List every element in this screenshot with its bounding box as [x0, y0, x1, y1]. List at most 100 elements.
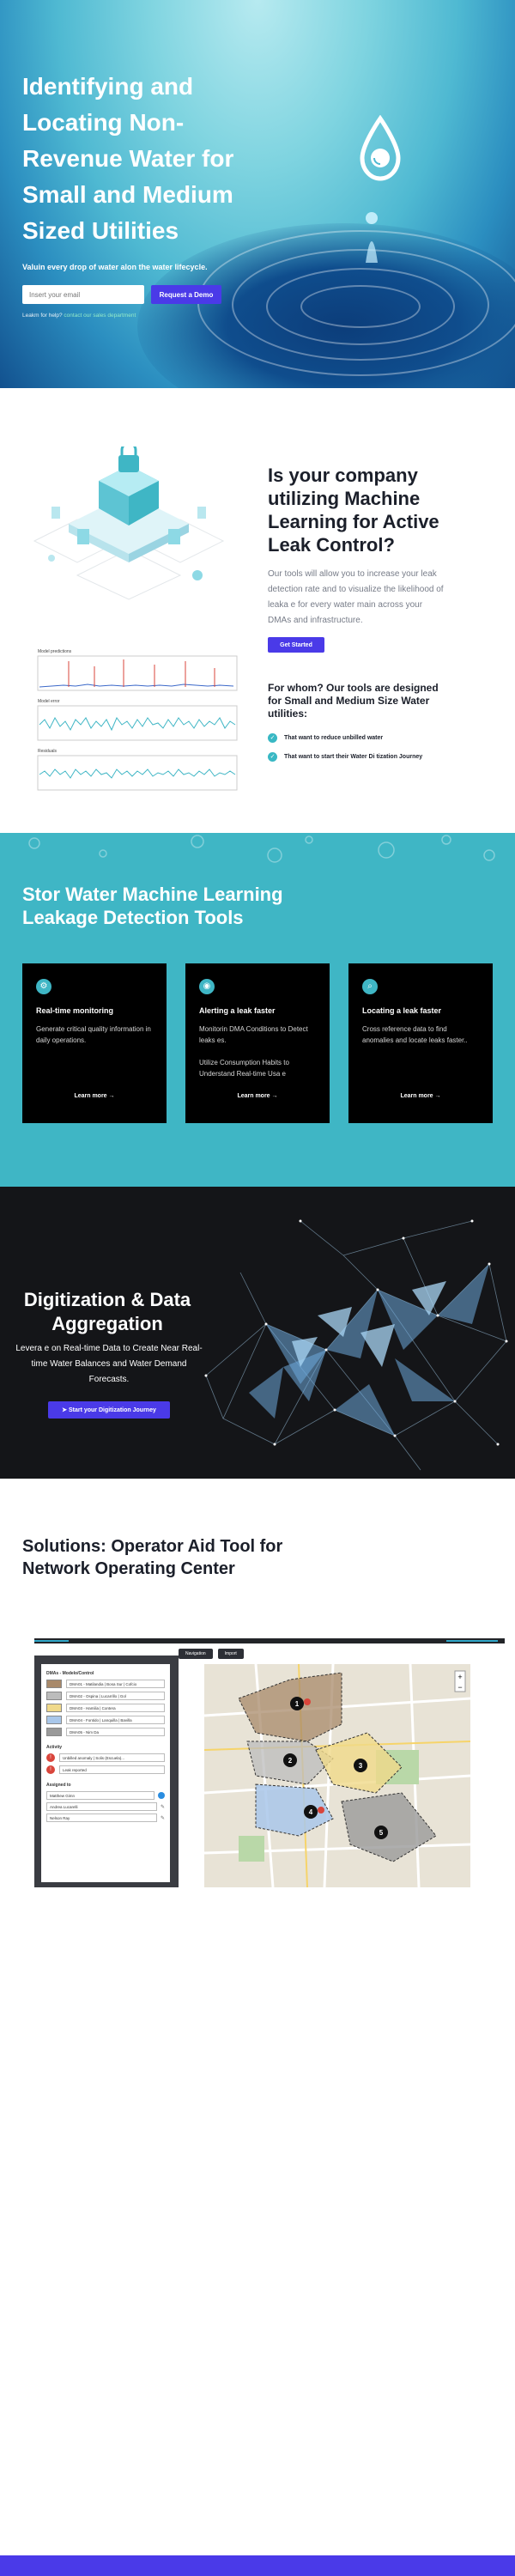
for-whom-title: For whom? Our tools are designed for Sma…	[268, 682, 439, 720]
navigation-tab[interactable]: Navigation	[179, 1649, 213, 1659]
learn-more-link[interactable]: Learn more →	[22, 1093, 167, 1099]
learn-more-link[interactable]: Learn more →	[185, 1093, 330, 1099]
alert-icon: !	[46, 1753, 55, 1762]
machine-learning-section: Model predictions Model error Residuals …	[0, 388, 515, 833]
zoom-in-icon[interactable]: +	[457, 1673, 462, 1681]
feature-card-alerting: ◉ Alerting a leak faster Monitorin DMA C…	[185, 963, 330, 1123]
app-toolbar: Navigation Import	[179, 1649, 244, 1659]
dma-panel: DMAs - Modelo/Control DMA01 - Matilandia…	[41, 1664, 170, 1882]
map-marker-label: 3	[359, 1762, 363, 1770]
check-icon: ✓	[268, 752, 277, 762]
help-note-text: Leakm for help?	[22, 313, 64, 319]
start-digitization-button[interactable]: ➤ Start your Digitization Journey	[48, 1401, 170, 1419]
activity-heading: Activity	[46, 1745, 63, 1750]
map-marker-label: 2	[288, 1757, 293, 1765]
edit-icon[interactable]: ✎	[161, 1804, 165, 1810]
contact-sales-link[interactable]: contact our sales department	[64, 313, 136, 319]
dma-swatch	[46, 1716, 62, 1724]
assignee-row[interactable]: Andrea Lucarelli ✎	[46, 1802, 165, 1811]
machine-learning-title: Is your company utilizing Machine Learni…	[268, 465, 439, 556]
signal-icon: ◉	[199, 979, 215, 994]
learn-more-label: Learn more	[237, 1093, 270, 1099]
zoom-out-icon[interactable]: −	[457, 1683, 462, 1692]
activity-label: Unbilled anomaly | Solis (Escuela)...	[59, 1753, 165, 1762]
digitization-title: Digitization & Data Aggregation	[23, 1289, 191, 1334]
leak-alert-icon[interactable]	[318, 1807, 324, 1814]
dma-panel-heading: DMAs - Modelo/Control	[46, 1671, 94, 1676]
start-digitization-label: Start your Digitization Journey	[68, 1407, 156, 1413]
footer-bar	[0, 2555, 515, 2576]
card-title: Locating a leak faster	[362, 1006, 442, 1015]
dma-swatch	[46, 1692, 62, 1700]
leak-alert-icon[interactable]	[304, 1698, 311, 1705]
send-icon: ➤	[62, 1407, 67, 1413]
arrow-right-icon: →	[271, 1093, 278, 1099]
feature-card-locating: ⌕ Locating a leak faster Cross reference…	[348, 963, 493, 1123]
learn-more-link[interactable]: Learn more →	[348, 1093, 493, 1099]
page: Identifying and Locating Non-Revenue Wat…	[0, 0, 515, 2576]
checklist-text: That want to reduce unbilled water	[284, 735, 384, 741]
solutions-title: Solutions: Operator Aid Tool for Network…	[22, 1537, 283, 1578]
operator-aid-tool-screenshot: Navigation Import DMAs - Modelo/Control …	[34, 1638, 505, 1887]
card-title: Alerting a leak faster	[199, 1006, 276, 1015]
edit-icon[interactable]: ✎	[161, 1815, 165, 1821]
water-ripple	[197, 230, 515, 376]
learn-more-label: Learn more	[400, 1093, 433, 1099]
isometric-platform-illustration	[33, 447, 225, 600]
chart-label-residuals: Residuals	[38, 749, 57, 754]
hero-help-note: Leakm for help? contact our sales depart…	[22, 313, 136, 319]
check-icon: ✓	[268, 733, 277, 743]
water-column	[366, 212, 378, 263]
chart-label-error: Model error	[38, 699, 60, 704]
solutions-section: Solutions: Operator Aid Tool for Network…	[0, 1479, 515, 2555]
feature-card-monitoring: ⚙ Real-time monitoring Generate critical…	[22, 963, 167, 1123]
get-started-button[interactable]: Get Started	[268, 637, 324, 653]
request-demo-button[interactable]: Request a Demo	[151, 285, 221, 304]
dma-row[interactable]: DMA02 - Ospina | Lucarrillo | Gol	[46, 1692, 165, 1700]
user-marker-icon	[158, 1792, 165, 1799]
app-topbar	[34, 1638, 505, 1643]
checklist-text: That want to start their Water Di tizati…	[284, 754, 423, 760]
dma-row[interactable]: DMA05 - Nim Da	[46, 1728, 165, 1736]
network-illustration	[204, 1219, 508, 1471]
dma-label: DMA01 - Matilandia | Bosa Sur | Cofcio	[66, 1680, 165, 1688]
card-text: Monitorin DMA Conditions to Detect leaks…	[199, 1025, 308, 1078]
dma-swatch	[46, 1704, 62, 1712]
digitization-section: Digitization & Data Aggregation Levera e…	[0, 1187, 515, 1479]
dma-row[interactable]: DMA04 - Fontido | Lanquilla | Bavilla	[46, 1716, 165, 1724]
card-text: Generate critical quality information in…	[36, 1025, 151, 1044]
dma-label: DMA03 - Hamilia | Contera	[66, 1704, 165, 1712]
demo-request-form: Request a Demo	[22, 285, 221, 304]
tools-title: Stor Water Machine Learning Leakage Dete…	[22, 884, 283, 928]
gear-icon: ⚙	[36, 979, 52, 994]
activity-label: Leak reported	[59, 1765, 165, 1774]
assignee-row[interactable]: Matthew Gimn	[46, 1791, 165, 1800]
water-drop-logo-icon	[360, 115, 401, 181]
hero-subtitle: Valuin every drop of water alon the wate…	[22, 263, 208, 271]
search-icon: ⌕	[362, 979, 378, 994]
hero-title: Identifying and Locating Non-Revenue Wat…	[22, 73, 234, 244]
map-marker-label: 5	[379, 1829, 384, 1837]
assignee-label: Andrea Lucarelli	[46, 1802, 157, 1811]
arrow-right-icon: →	[434, 1093, 441, 1099]
dma-label: DMA05 - Nim Da	[66, 1728, 165, 1736]
dma-map: 1 2 3 4 5 + −	[204, 1664, 470, 1887]
dma-row[interactable]: DMA01 - Matilandia | Bosa Sur | Cofcio	[46, 1680, 165, 1688]
card-title: Real-time monitoring	[36, 1006, 114, 1015]
assignee-row[interactable]: Nelson Ray ✎	[46, 1814, 165, 1822]
activity-row[interactable]: ! Leak reported	[46, 1765, 165, 1774]
assignee-label: Nelson Ray	[46, 1814, 157, 1822]
email-input[interactable]	[22, 285, 144, 304]
import-tab[interactable]: Import	[217, 1649, 244, 1659]
dma-row[interactable]: DMA03 - Hamilia | Contera	[46, 1704, 165, 1712]
dma-label: DMA02 - Ospina | Lucarrillo | Gol	[66, 1692, 165, 1700]
activity-row[interactable]: ! Unbilled anomaly | Solis (Escuela)...	[46, 1753, 165, 1762]
map-marker-label: 1	[295, 1700, 300, 1708]
model-charts: Model predictions Model error Residuals	[37, 649, 238, 791]
hero-section: Identifying and Locating Non-Revenue Wat…	[0, 0, 515, 388]
assignee-label: Matthew Gimn	[46, 1791, 154, 1800]
card-text: Cross reference data to find anomalies a…	[362, 1025, 468, 1044]
map-marker-label: 4	[309, 1808, 313, 1816]
learn-more-label: Learn more	[74, 1093, 107, 1099]
digitization-description: Levera e on Real-time Data to Create Nea…	[15, 1344, 203, 1384]
